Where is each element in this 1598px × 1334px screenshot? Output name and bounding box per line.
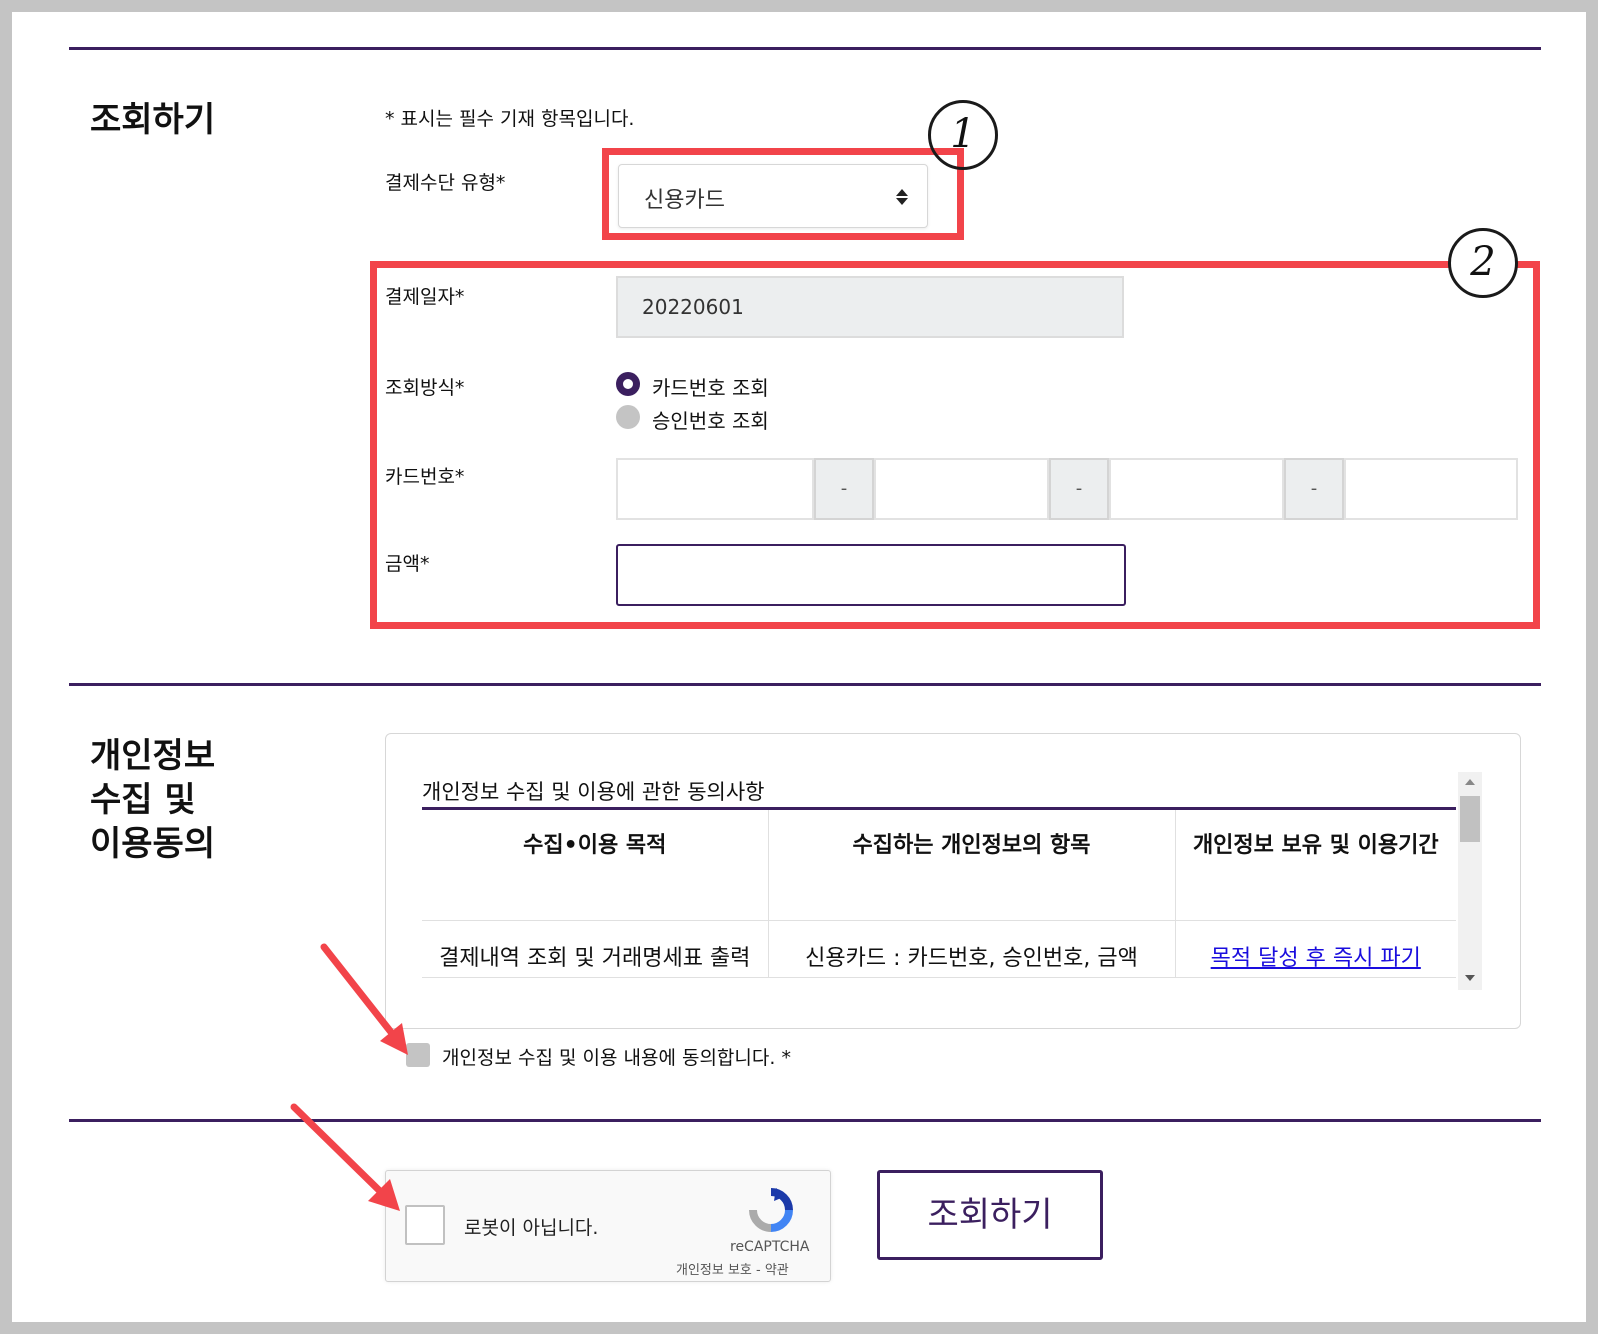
privacy-table: 수집•이용 목적 수집하는 개인정보의 항목 개인정보 보유 및 이용기간 결제…	[422, 810, 1456, 978]
card-number-label: 카드번호*	[385, 466, 465, 488]
lookup-method-label: 조회방식*	[385, 377, 465, 399]
radio-selected-icon	[616, 372, 640, 396]
page: 조회하기 * 표시는 필수 기재 항목입니다. 결제수단 유형* 신용카드 1 …	[12, 12, 1586, 1322]
privacy-scrollbar[interactable]	[1458, 772, 1482, 990]
card-number-part-2[interactable]	[874, 458, 1049, 520]
amount-input[interactable]	[616, 544, 1126, 606]
payment-date-input[interactable]: 20220601	[616, 276, 1124, 338]
table-header-cell: 수집하는 개인정보의 항목	[768, 810, 1176, 921]
table-header-row: 수집•이용 목적 수집하는 개인정보의 항목 개인정보 보유 및 이용기간	[422, 810, 1456, 921]
card-separator: -	[1284, 458, 1344, 520]
card-number-part-1[interactable]	[616, 458, 814, 520]
table-header-cell: 개인정보 보유 및 이용기간	[1175, 810, 1456, 921]
radio-card-number[interactable]: 카드번호 조회	[616, 372, 816, 400]
privacy-consent-box: 개인정보 수집 및 이용에 관한 동의사항 수집•이용 목적 수집하는 개인정보…	[385, 733, 1521, 1029]
annotation-arrow	[320, 943, 408, 1055]
section-divider	[69, 683, 1541, 686]
card-separator: -	[1049, 458, 1109, 520]
scroll-up-icon[interactable]	[1464, 778, 1476, 786]
section-divider	[69, 47, 1541, 50]
privacy-title-line: 수집 및	[90, 780, 196, 820]
privacy-table-viewport: 수집•이용 목적 수집하는 개인정보의 항목 개인정보 보유 및 이용기간 결제…	[422, 810, 1456, 990]
table-row: 결제내역 조회 및 거래명세표 출력 신용카드 : 카드번호, 승인번호, 금액…	[422, 920, 1456, 978]
recaptcha-widget: 로봇이 아닙니다. reCAPTCHA 개인정보 보호 - 약관	[385, 1170, 831, 1282]
payment-date-label: 결제일자*	[385, 286, 465, 308]
payment-date-value: 20220601	[642, 295, 744, 319]
payment-type-label: 결제수단 유형*	[385, 172, 506, 194]
table-cell: 목적 달성 후 즉시 파기	[1175, 920, 1456, 978]
radio-unselected-icon	[616, 405, 640, 429]
amount-label: 금액*	[385, 553, 430, 575]
recaptcha-links[interactable]: 개인정보 보호 - 약관	[676, 1259, 789, 1278]
card-separator: -	[814, 458, 874, 520]
table-cell: 신용카드 : 카드번호, 승인번호, 금액	[768, 920, 1176, 978]
annotation-marker-1: 1	[928, 100, 998, 170]
annotation-marker-2: 2	[1448, 228, 1518, 298]
annotation-box-1	[602, 148, 964, 240]
radio-approval-number[interactable]: 승인번호 조회	[616, 405, 816, 433]
privacy-agree-label: 개인정보 수집 및 이용 내용에 동의합니다. *	[442, 1047, 791, 1069]
card-number-part-3[interactable]	[1109, 458, 1284, 520]
radio-card-number-label: 카드번호 조회	[652, 376, 769, 400]
recaptcha-logo-icon	[749, 1188, 793, 1232]
privacy-title-line: 이용동의	[90, 824, 216, 864]
table-header-cell: 수집•이용 목적	[422, 810, 769, 921]
card-number-part-4[interactable]	[1344, 458, 1518, 520]
retention-period-link[interactable]: 목적 달성 후 즉시 파기	[1211, 946, 1421, 971]
table-cell: 결제내역 조회 및 거래명세표 출력	[422, 920, 769, 978]
annotation-arrow	[290, 1103, 400, 1211]
scroll-thumb[interactable]	[1460, 796, 1480, 842]
privacy-box-heading: 개인정보 수집 및 이용에 관한 동의사항	[422, 780, 765, 804]
recaptcha-label: 로봇이 아닙니다.	[464, 1217, 599, 1239]
recaptcha-brand: reCAPTCHA	[730, 1239, 810, 1255]
scroll-down-icon[interactable]	[1464, 974, 1476, 982]
required-note: * 표시는 필수 기재 항목입니다.	[385, 108, 635, 130]
submit-lookup-button[interactable]: 조회하기	[877, 1170, 1103, 1260]
privacy-section-title: 개인정보 수집 및 이용동의	[90, 734, 215, 866]
lookup-section-title: 조회하기	[90, 100, 216, 140]
privacy-title-line: 개인정보	[90, 736, 216, 776]
radio-approval-number-label: 승인번호 조회	[652, 409, 769, 433]
